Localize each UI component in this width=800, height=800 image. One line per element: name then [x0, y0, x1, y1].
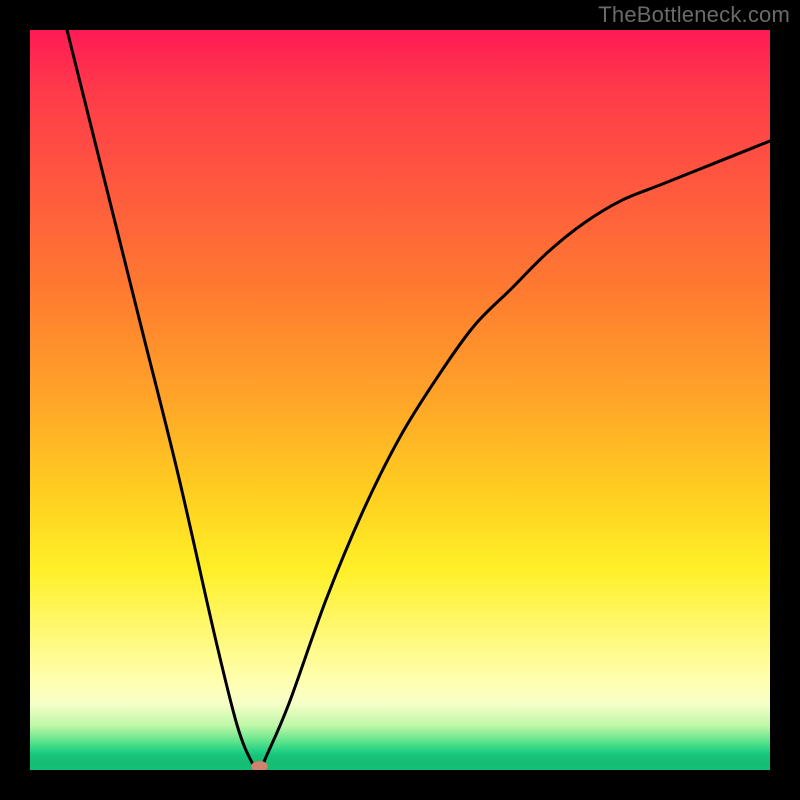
curve-svg: [30, 30, 770, 770]
plot-area: [30, 30, 770, 770]
minimum-marker: [251, 761, 268, 770]
chart-canvas: TheBottleneck.com: [0, 0, 800, 800]
bottleneck-curve: [30, 30, 770, 770]
watermark-text: TheBottleneck.com: [598, 2, 790, 28]
